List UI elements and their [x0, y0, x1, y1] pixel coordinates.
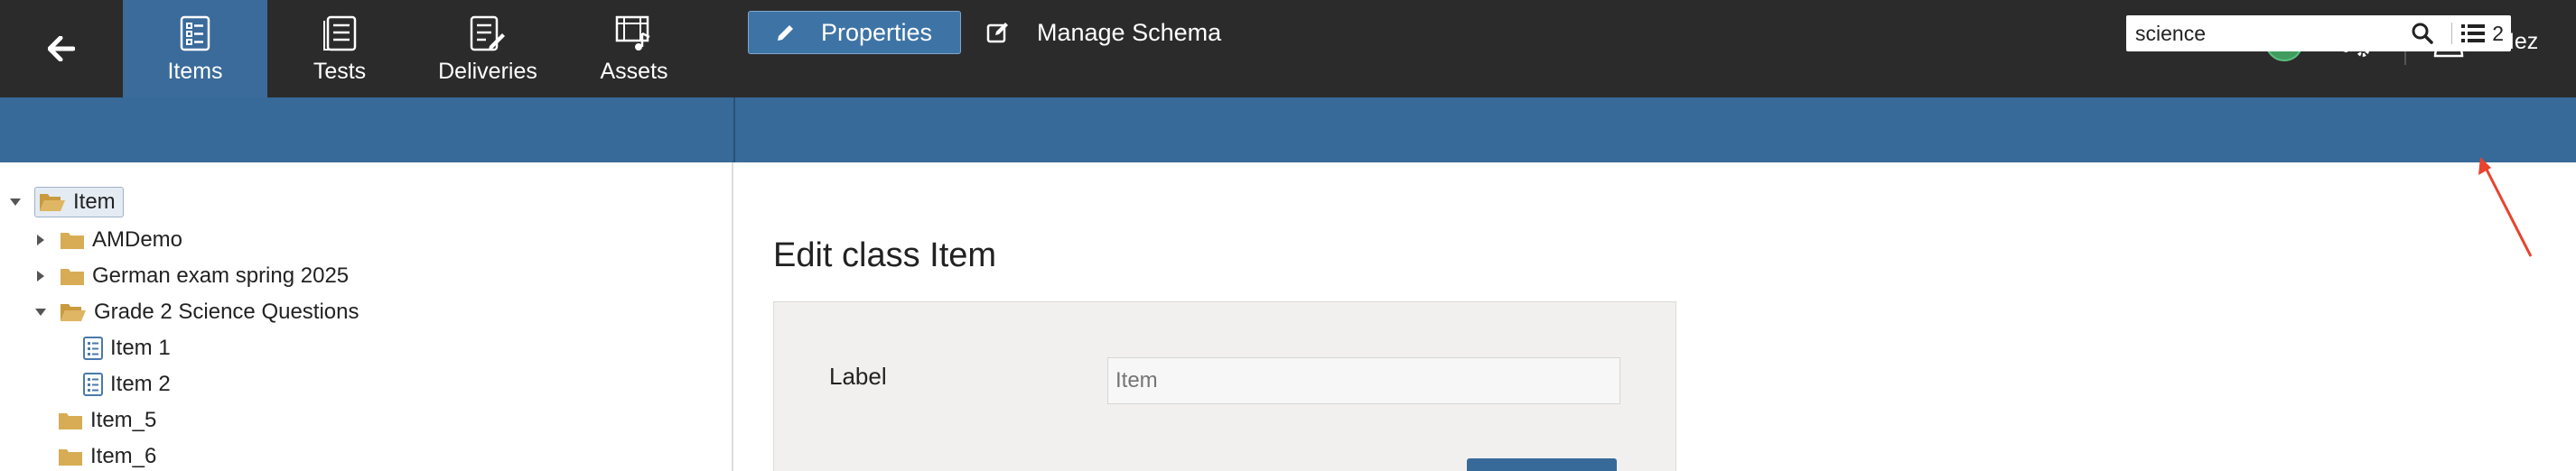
tree-node-root[interactable]: Item: [5, 186, 124, 218]
tree-node-label: Item 1: [110, 336, 171, 360]
deliveries-icon: [470, 14, 506, 53]
tree-node[interactable]: Item_5: [58, 404, 156, 437]
tree-node-label: German exam spring 2025: [92, 263, 350, 288]
tree-node[interactable]: Grade 2 Science Questions: [31, 296, 359, 328]
search-separator: [2451, 23, 2453, 44]
tree-node-label: AMDemo: [92, 227, 183, 252]
tab-deliveries-label: Deliveries: [438, 58, 537, 84]
tree-node[interactable]: Item 2: [83, 368, 171, 401]
item-icon: [83, 373, 103, 396]
folder-icon: [60, 266, 85, 286]
search-box: 2: [2126, 15, 2511, 51]
folder-icon: [60, 230, 85, 250]
caret-down-icon[interactable]: [31, 308, 51, 317]
tab-items-label: Items: [167, 58, 223, 84]
folder-icon: [58, 411, 83, 430]
search-results-toggle[interactable]: 2: [2461, 22, 2511, 46]
tree-node[interactable]: Item_6: [58, 440, 156, 471]
folder-open-icon: [39, 191, 66, 213]
tab-items[interactable]: Items: [123, 0, 267, 97]
search-button[interactable]: [2403, 22, 2442, 45]
tree-node-label: Grade 2 Science Questions: [94, 300, 359, 324]
label-field-input[interactable]: [1107, 357, 1620, 404]
caret-right-icon[interactable]: [31, 234, 51, 246]
caret-right-icon[interactable]: [31, 270, 51, 282]
tab-tests[interactable]: Tests: [285, 0, 394, 97]
back-button[interactable]: [0, 0, 123, 97]
search-input[interactable]: [2126, 16, 2403, 51]
tab-assets-label: Assets: [600, 58, 668, 84]
manage-schema-button[interactable]: Manage Schema: [986, 11, 1221, 54]
search-icon: [2412, 23, 2433, 44]
tree-node-label: Item_5: [90, 408, 157, 432]
tree-node[interactable]: Item 1: [83, 332, 171, 365]
items-icon: [180, 14, 210, 53]
list-icon: [2461, 24, 2486, 42]
properties-label: Properties: [821, 18, 933, 46]
edit-icon: [986, 22, 1010, 43]
tab-deliveries[interactable]: Deliveries: [425, 0, 551, 97]
save-button[interactable]: [1467, 458, 1617, 471]
tree-node-label: Item: [73, 189, 116, 214]
tab-assets[interactable]: Assets: [587, 0, 681, 97]
action-bar-divider: [733, 97, 735, 162]
item-icon: [83, 337, 103, 360]
properties-button[interactable]: Properties: [748, 11, 961, 54]
folder-icon: [58, 447, 83, 466]
search-results-count: 2: [2492, 21, 2504, 45]
annotation-arrow: [2478, 157, 2533, 257]
pencil-icon: [776, 23, 796, 42]
tests-icon: [322, 14, 357, 53]
page-title: Edit class Item: [773, 236, 997, 274]
tree-node[interactable]: German exam spring 2025: [31, 260, 349, 292]
label-field-label: Label: [829, 363, 887, 390]
caret-down-icon[interactable]: [5, 198, 25, 207]
action-bar: [0, 97, 2576, 162]
folder-open-icon: [60, 301, 87, 323]
manage-schema-label: Manage Schema: [1037, 18, 1222, 46]
arrow-left-icon: [48, 36, 75, 61]
tree-node-label: Item 2: [110, 372, 171, 396]
tab-tests-label: Tests: [313, 58, 367, 84]
tree-node[interactable]: AMDemo: [31, 224, 182, 256]
assets-icon: [615, 14, 653, 53]
tree-node-label: Item_6: [90, 444, 157, 468]
